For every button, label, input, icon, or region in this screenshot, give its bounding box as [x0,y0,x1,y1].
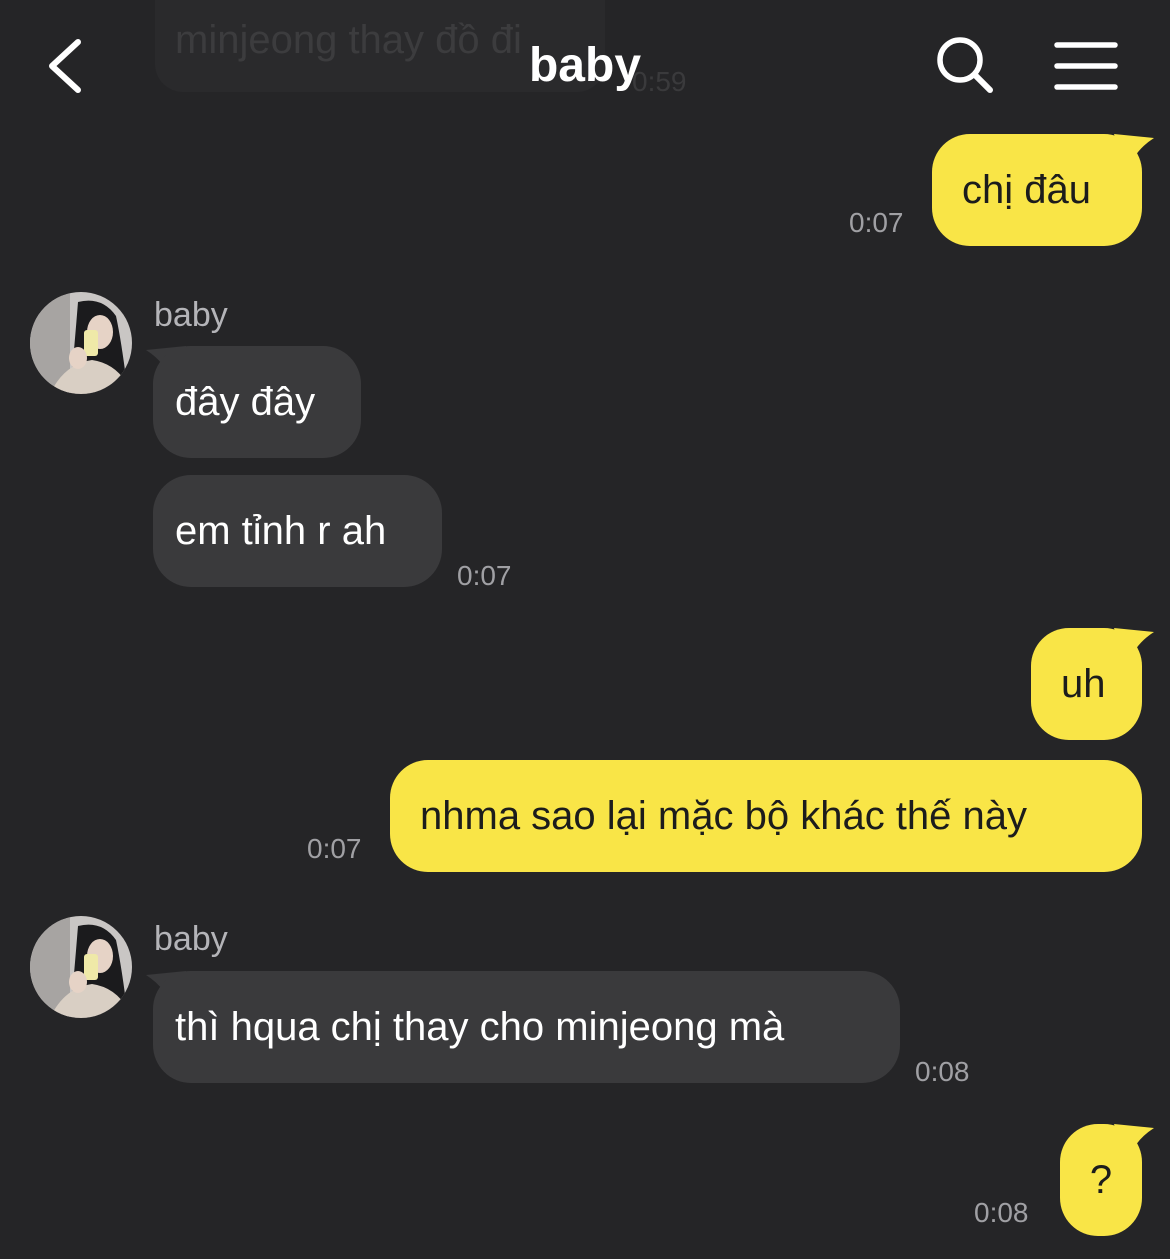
message-time: 0:07 [457,560,512,591]
avatar[interactable] [30,292,132,394]
profile-photo [30,292,132,394]
message-time: 0:07 [849,207,904,238]
search-icon [937,37,993,93]
profile-photo [30,916,132,1018]
message-time: 0:08 [974,1197,1029,1228]
hamburger-menu-icon [1054,42,1118,90]
outgoing-message[interactable]: chị đâu [932,134,1142,246]
message-time: 0:07 [307,833,362,864]
outgoing-message[interactable]: ? [1060,1124,1142,1236]
avatar[interactable] [30,916,132,1018]
incoming-message[interactable]: thì hqua chị thay cho minjeong mà [153,971,900,1083]
sender-name: baby [154,296,228,334]
outgoing-message[interactable]: uh [1031,628,1142,740]
message-time: 0:08 [915,1056,970,1087]
sender-name: baby [154,920,228,958]
incoming-message[interactable]: em tỉnh r ah [153,475,442,587]
outgoing-message[interactable]: nhma sao lại mặc bộ khác thế này [390,760,1142,872]
incoming-message[interactable]: đây đây [153,346,361,458]
menu-button[interactable] [1054,40,1118,92]
search-button[interactable] [934,34,996,96]
